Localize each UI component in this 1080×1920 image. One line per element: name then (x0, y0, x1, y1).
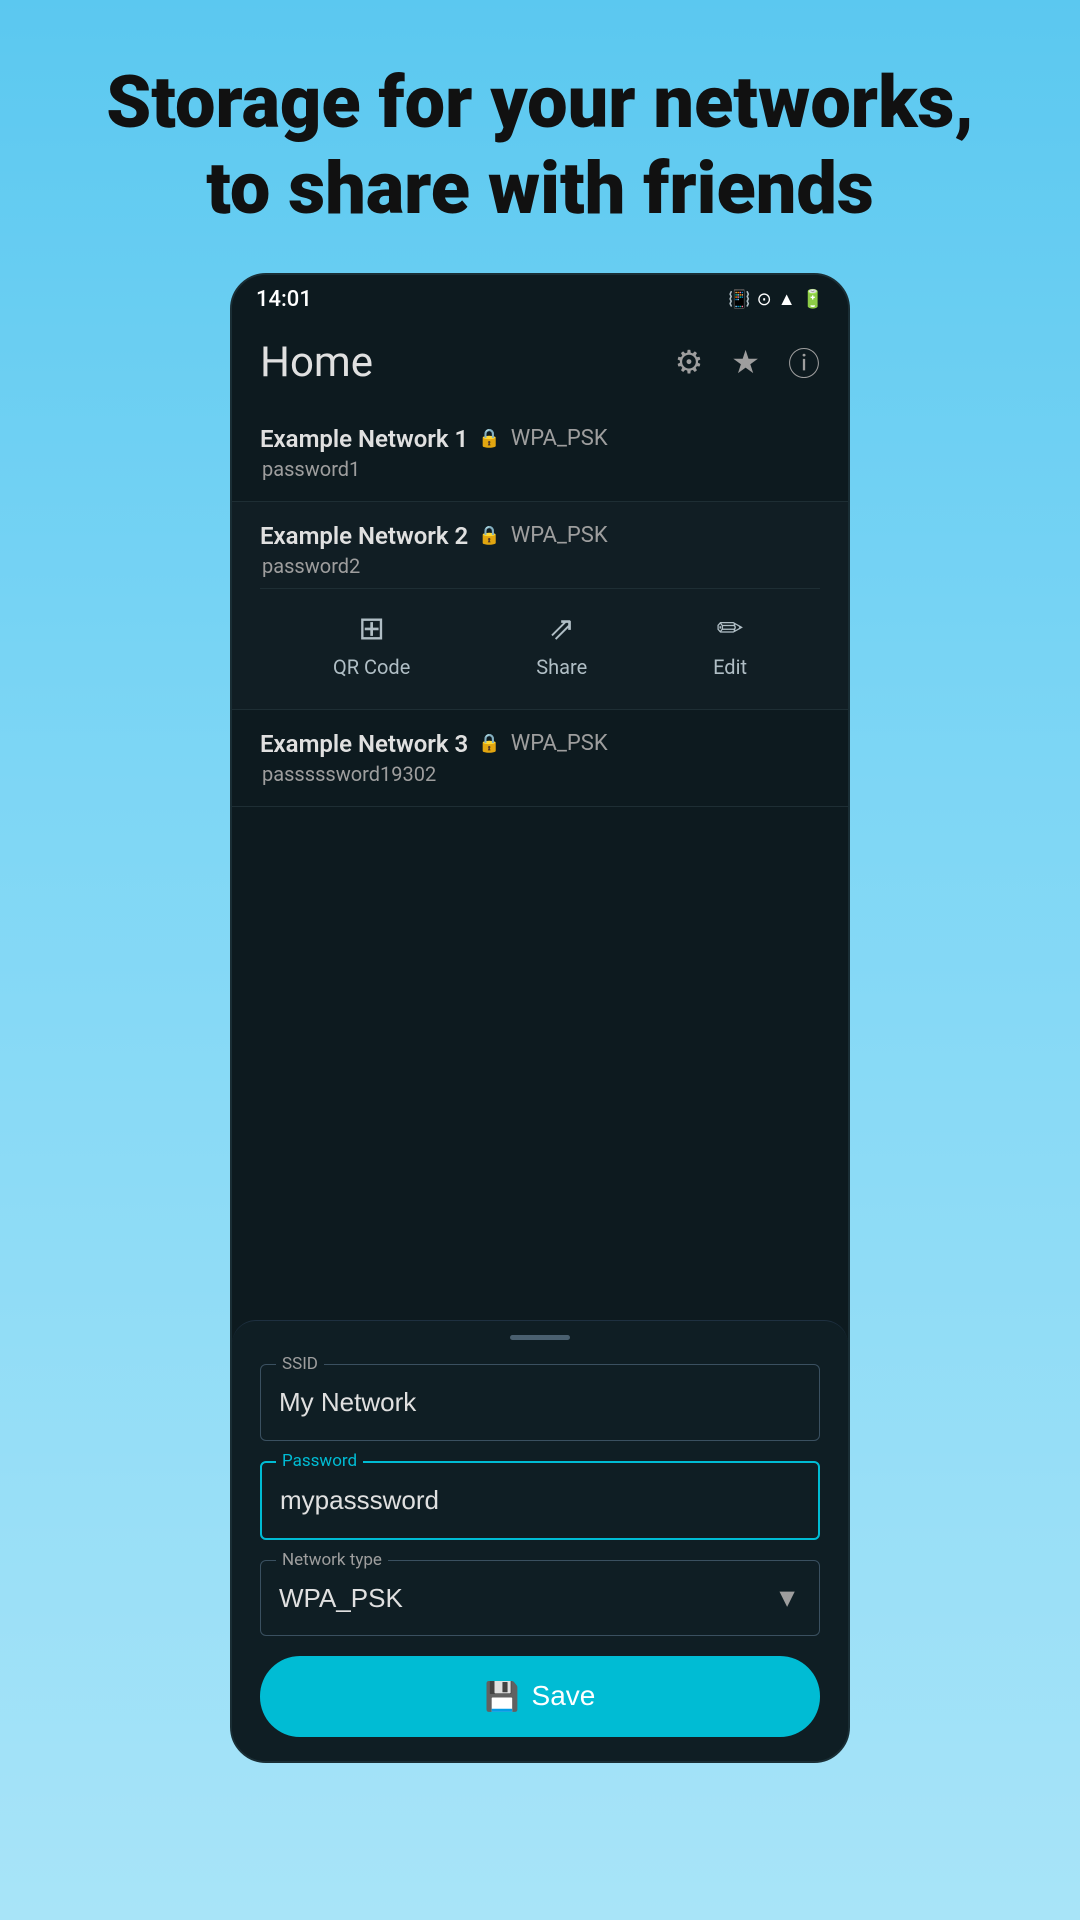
network-type-label: Network type (276, 1550, 388, 1570)
network-name-3: Example Network 3 (260, 730, 468, 758)
edit-label: Edit (713, 655, 747, 679)
status-bar: 14:01 📳 ⊙ ▲ 🔋 (232, 275, 848, 320)
network-item-1[interactable]: Example Network 1 🔒 WPA_PSK password1 (232, 405, 848, 502)
save-disk-icon: 💾 (485, 1680, 520, 1713)
network-item-3[interactable]: Example Network 3 🔒 WPA_PSK passsssword1… (232, 710, 848, 807)
network-list: Example Network 1 🔒 WPA_PSK password1 Ex… (232, 405, 848, 1320)
bottom-sheet: SSID Password Network type WPA_PSK WPA2_… (232, 1320, 848, 1761)
network-password-1: password1 (260, 457, 820, 481)
battery-icon: 🔋 (802, 289, 824, 310)
ssid-input[interactable] (260, 1364, 820, 1441)
app-header: Home ⚙ ★ ⓘ (232, 320, 848, 405)
promo-text: Storage for your networks, to share with… (0, 0, 1080, 273)
qr-code-icon: ⊞ (358, 609, 385, 647)
vibrate-icon: 📳 (728, 289, 750, 310)
edit-button[interactable]: ✏ Edit (713, 609, 747, 679)
header-icons: ⚙ ★ ⓘ (675, 339, 820, 385)
network-actions: ⊞ QR Code ⇗ Share ✏ Edit (260, 588, 820, 689)
save-button[interactable]: 💾 Save (260, 1656, 820, 1737)
share-label: Share (536, 655, 587, 679)
network-item-2[interactable]: Example Network 2 🔒 WPA_PSK password2 ⊞ … (232, 502, 848, 710)
network-name-1: Example Network 1 (260, 425, 468, 453)
network-password-2: password2 (260, 554, 820, 578)
network-name-2: Example Network 2 (260, 522, 468, 550)
password-field: Password (260, 1461, 820, 1540)
wifi-icon: ⊙ (757, 289, 772, 310)
app-title: Home (260, 338, 373, 387)
network-type-wrapper: WPA_PSK WPA2_PSK WEP Open ▼ (260, 1560, 820, 1636)
lock-icon-1: 🔒 (478, 428, 500, 449)
network-type-select[interactable]: WPA_PSK WPA2_PSK WEP Open (260, 1560, 820, 1636)
ssid-label: SSID (276, 1354, 324, 1374)
drag-handle[interactable] (510, 1335, 570, 1340)
lock-icon-2: 🔒 (478, 525, 500, 546)
lock-icon-3: 🔒 (478, 733, 500, 754)
password-input[interactable] (260, 1461, 820, 1540)
signal-icon: ▲ (778, 289, 796, 310)
security-tag-2: WPA_PSK (511, 523, 608, 548)
phone-mockup: 14:01 📳 ⊙ ▲ 🔋 Home ⚙ ★ ⓘ Example Network… (230, 273, 850, 1763)
network-password-3: passsssword19302 (260, 762, 820, 786)
share-icon: ⇗ (548, 609, 575, 647)
qr-code-label: QR Code (333, 655, 410, 679)
status-time: 14:01 (256, 287, 312, 312)
edit-icon: ✏ (717, 609, 744, 647)
share-button[interactable]: ⇗ Share (536, 609, 587, 679)
info-icon[interactable]: ⓘ (788, 339, 820, 385)
password-label: Password (276, 1451, 363, 1471)
settings-icon[interactable]: ⚙ (675, 343, 704, 381)
qr-code-button[interactable]: ⊞ QR Code (333, 609, 410, 679)
ssid-field: SSID (260, 1364, 820, 1441)
status-icons: 📳 ⊙ ▲ 🔋 (728, 289, 824, 310)
favorites-icon[interactable]: ★ (731, 343, 760, 381)
save-label: Save (532, 1680, 596, 1712)
network-type-field: Network type WPA_PSK WPA2_PSK WEP Open ▼ (260, 1560, 820, 1636)
security-tag-3: WPA_PSK (511, 731, 608, 756)
security-tag-1: WPA_PSK (511, 426, 608, 451)
